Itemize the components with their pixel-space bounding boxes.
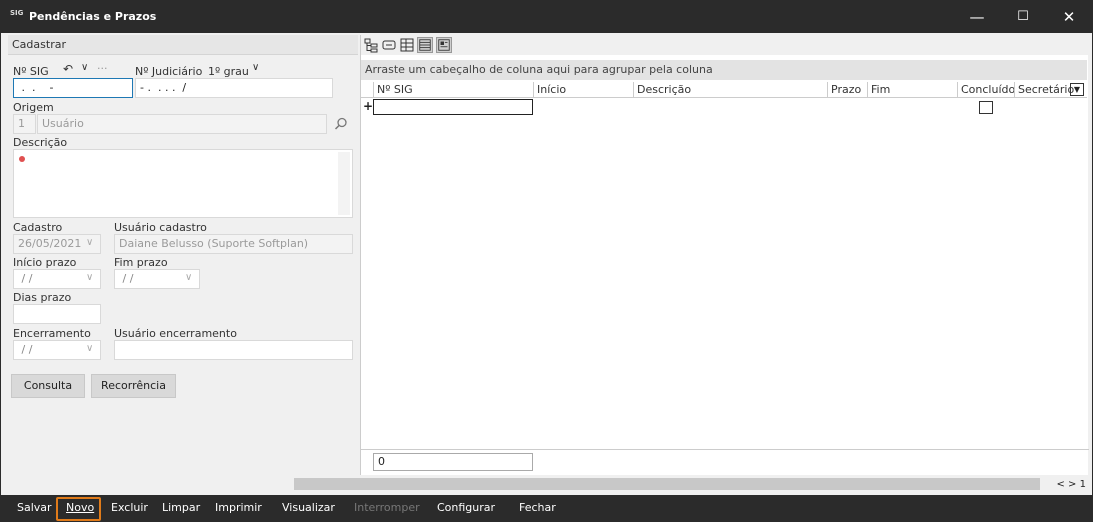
new-row-marker: + [363, 99, 374, 113]
grau-selector[interactable]: 1º grau [208, 65, 249, 78]
window-title: Pendências e Prazos [29, 10, 157, 23]
cadastro-label: Cadastro [13, 221, 63, 234]
recorrencia-button[interactable]: Recorrência [91, 374, 176, 398]
grid-toolbar [361, 35, 1089, 55]
tree-view-icon[interactable] [363, 37, 379, 53]
limpar-button[interactable]: Limpar [162, 495, 200, 521]
col-prazo[interactable]: Prazo [827, 82, 867, 98]
grid-footer-divider [361, 449, 1089, 450]
fechar-button[interactable]: Fechar [519, 495, 556, 521]
consulta-button[interactable]: Consulta [11, 374, 85, 398]
column-chooser-icon[interactable]: ▼ [1070, 83, 1084, 96]
list-view-icon[interactable] [417, 37, 433, 53]
grau-chevron-icon[interactable]: ∨ [252, 62, 259, 73]
descricao-label: Descrição [13, 136, 68, 149]
col-inicio[interactable]: Início [533, 82, 633, 98]
visualizar-button[interactable]: Visualizar [282, 495, 335, 521]
group-panel-icon[interactable] [381, 37, 397, 53]
textarea-scrollbar[interactable] [338, 152, 350, 215]
pager: < > 1 [1043, 478, 1089, 492]
configurar-button[interactable]: Configurar [437, 495, 495, 521]
encerramento-label: Encerramento [13, 327, 91, 340]
prev-page-button[interactable]: < [1056, 479, 1064, 490]
form-view-icon[interactable] [436, 37, 452, 53]
dias-prazo-input[interactable] [13, 304, 101, 324]
njudicial-input[interactable]: - . . . . / [135, 78, 333, 98]
usuario-cadastro-label: Usuário cadastro [114, 221, 207, 234]
col-secretario[interactable]: Secretário [1014, 82, 1074, 98]
next-page-button[interactable]: > [1068, 479, 1076, 490]
action-bar: Salvar Novo Excluir Limpar Imprimir Visu… [1, 495, 1092, 521]
usuario-encerramento-field [114, 340, 353, 360]
dias-prazo-label: Dias prazo [13, 291, 72, 304]
new-row-nsig-cell[interactable] [373, 99, 533, 115]
group-by-area[interactable]: Arraste um cabeçalho de coluna aqui para… [361, 60, 1087, 80]
grid-column-header: Nº SIG Início Descrição Prazo Fim Conclu… [361, 82, 1087, 98]
interromper-button: Interromper [354, 501, 420, 514]
njudicial-label: Nº Judiciário [135, 65, 203, 78]
inicio-prazo-label: Início prazo [13, 256, 77, 269]
col-descricao[interactable]: Descrição [633, 82, 827, 98]
panel-header: Cadastrar [8, 35, 358, 55]
fim-prazo-label: Fim prazo [114, 256, 168, 269]
cadastrar-panel: Cadastrar Nº SIG ↶ ∨ ··· Nº Judiciário 1… [8, 35, 358, 475]
nsig-input[interactable]: . . - [13, 78, 133, 98]
grid-panel: Arraste um cabeçalho de coluna aqui para… [360, 35, 1089, 475]
col-fim[interactable]: Fim [867, 82, 957, 98]
origem-code-input[interactable]: 1 [13, 114, 36, 134]
col-concluido[interactable]: Concluído [957, 82, 1015, 98]
minimize-button[interactable]: — [954, 1, 1000, 33]
undo-icon[interactable]: ↶ [63, 62, 73, 76]
descricao-textarea[interactable] [13, 149, 353, 218]
required-dot-icon [19, 156, 25, 162]
page-number: 1 [1079, 479, 1086, 490]
origem-label: Origem [13, 101, 54, 114]
horizontal-scrollbar[interactable] [294, 478, 1040, 490]
origem-input[interactable]: Usuário [37, 114, 327, 134]
table-view-icon[interactable] [399, 37, 415, 53]
col-nsig[interactable]: Nº SIG [373, 82, 533, 98]
nsig-label: Nº SIG [13, 65, 49, 78]
usuario-cadastro-field: Daiane Belusso (Suporte Softplan) [114, 234, 353, 254]
excluir-button[interactable]: Excluir [111, 495, 148, 521]
fim-prazo-chevron-icon[interactable]: ∨ [185, 272, 192, 283]
close-button[interactable]: ✕ [1046, 1, 1092, 33]
grid-footer-count: 0 [373, 453, 533, 471]
title-bar: SIG Pendências e Prazos — ☐ ✕ [1, 1, 1092, 33]
salvar-button[interactable]: Salvar [17, 495, 52, 521]
more-icon[interactable]: ··· [97, 62, 108, 75]
cadastro-chevron-icon[interactable]: ∨ [86, 237, 93, 248]
novo-highlight-frame [56, 497, 101, 521]
chevron-down-icon[interactable]: ∨ [81, 62, 88, 73]
usuario-encerramento-label: Usuário encerramento [114, 327, 237, 340]
concluido-checkbox[interactable] [979, 101, 993, 114]
main-window: SIG Pendências e Prazos — ☐ ✕ Cadastrar … [0, 0, 1093, 522]
search-icon[interactable] [334, 117, 348, 131]
imprimir-button[interactable]: Imprimir [215, 495, 262, 521]
encerramento-chevron-icon[interactable]: ∨ [86, 343, 93, 354]
inicio-prazo-chevron-icon[interactable]: ∨ [86, 272, 93, 283]
app-icon: SIG [10, 9, 24, 17]
maximize-button[interactable]: ☐ [1000, 1, 1046, 33]
